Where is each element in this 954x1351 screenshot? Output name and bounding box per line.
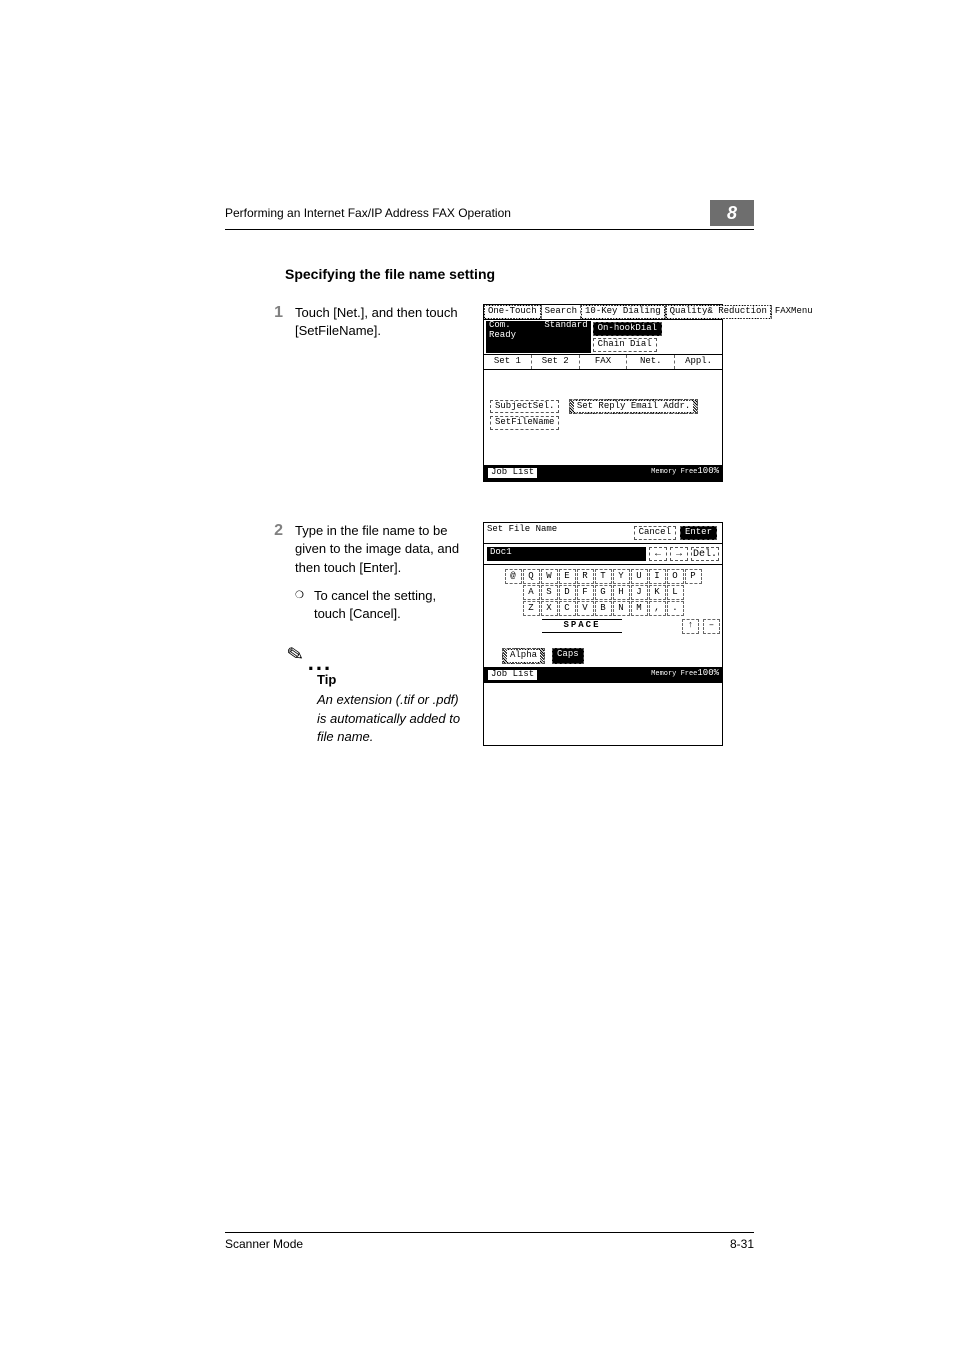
key[interactable]: O bbox=[667, 569, 684, 584]
tip-label: Tip bbox=[317, 671, 465, 689]
alpha-mode-button[interactable]: Alpha bbox=[507, 650, 540, 662]
key[interactable]: B bbox=[595, 601, 612, 616]
key[interactable]: , bbox=[649, 601, 666, 616]
bullet-icon: ❍ bbox=[295, 587, 304, 623]
key[interactable]: U bbox=[631, 569, 648, 584]
key[interactable]: V bbox=[577, 601, 594, 616]
tab-appl[interactable]: Appl. bbox=[675, 355, 722, 369]
key[interactable]: P bbox=[685, 569, 702, 584]
arrow-right-button[interactable]: → bbox=[670, 547, 688, 561]
key[interactable]: I bbox=[649, 569, 666, 584]
tab-10key[interactable]: 10-Key Dialing bbox=[582, 306, 664, 318]
key[interactable]: E bbox=[559, 569, 576, 584]
tip-dots-icon: ... bbox=[308, 656, 332, 669]
key[interactable]: Z bbox=[523, 601, 540, 616]
filename-input[interactable]: Doc1 bbox=[487, 547, 646, 561]
chain-dial-button[interactable]: Chain Dial bbox=[593, 338, 657, 352]
key[interactable]: M bbox=[631, 601, 648, 616]
key[interactable]: A bbox=[523, 585, 540, 600]
key[interactable]: W bbox=[541, 569, 558, 584]
key[interactable]: L bbox=[667, 585, 684, 600]
tab-net[interactable]: Net. bbox=[627, 355, 675, 369]
step-2-sub: To cancel the setting, touch [Cancel]. bbox=[314, 587, 465, 623]
key[interactable]: Y bbox=[613, 569, 630, 584]
key[interactable]: . bbox=[667, 601, 684, 616]
shift-key[interactable]: ↑ bbox=[682, 619, 699, 634]
dash-key[interactable]: – bbox=[703, 619, 720, 634]
space-key[interactable]: SPACE bbox=[542, 619, 622, 633]
fig2-memvalue: 100% bbox=[697, 668, 719, 678]
fig2-memlabel: Memory Free bbox=[651, 670, 697, 678]
status-standard: Standard bbox=[541, 321, 590, 353]
subjectsel-button[interactable]: SubjectSel. bbox=[490, 400, 559, 414]
key[interactable]: N bbox=[613, 601, 630, 616]
section-title: Specifying the file name setting bbox=[285, 266, 754, 282]
del-button[interactable]: Del. bbox=[691, 547, 719, 561]
fig2-joblist[interactable]: Job List bbox=[487, 669, 538, 681]
keyboard-row-2: A S D F G H J K L bbox=[486, 585, 720, 600]
device-screenshot-1: One-Touch Search 10-Key Dialing Quality&… bbox=[483, 304, 723, 482]
tab-set1[interactable]: Set 1 bbox=[484, 355, 532, 369]
key[interactable]: R bbox=[577, 569, 594, 584]
running-header: Performing an Internet Fax/IP Address FA… bbox=[225, 206, 511, 220]
fig1-memvalue: 100% bbox=[697, 466, 719, 476]
tab-search[interactable]: Search bbox=[542, 305, 581, 319]
tab-set2[interactable]: Set 2 bbox=[532, 355, 580, 369]
cancel-button[interactable]: Cancel bbox=[634, 526, 676, 540]
footer-page-number: 8-31 bbox=[730, 1237, 754, 1251]
step-1-text: Touch [Net.], and then touch [SetFileNam… bbox=[295, 304, 465, 482]
fig1-memlabel: Memory Free bbox=[651, 468, 697, 476]
key[interactable]: K bbox=[649, 585, 666, 600]
caps-mode-button[interactable]: Caps bbox=[552, 648, 584, 664]
key[interactable]: G bbox=[595, 585, 612, 600]
status-comready: Com. Ready bbox=[486, 321, 541, 353]
setreply-button[interactable]: Set Reply Email Addr. bbox=[574, 401, 693, 413]
tab-faxmenu[interactable]: FAXMenu bbox=[772, 305, 816, 319]
fig1-joblist[interactable]: Job List bbox=[487, 467, 538, 479]
keyboard-row-3: Z X C V B N M , . bbox=[486, 601, 720, 616]
setfilename-button[interactable]: SetFileName bbox=[490, 416, 559, 430]
footer-left: Scanner Mode bbox=[225, 1237, 303, 1251]
step-number-2: 2 bbox=[265, 522, 283, 746]
key[interactable]: F bbox=[577, 585, 594, 600]
enter-button[interactable]: Enter bbox=[680, 526, 717, 540]
device-screenshot-2: Set File Name CancelEnter Doc1 ← → Del. … bbox=[483, 522, 723, 746]
fig2-title: Set File Name bbox=[487, 525, 557, 541]
step-number-1: 1 bbox=[265, 304, 283, 482]
tip-pencil-icon: ✎ bbox=[285, 640, 306, 670]
key[interactable]: C bbox=[559, 601, 576, 616]
tab-onetouch[interactable]: One-Touch bbox=[485, 306, 540, 318]
keyboard-row-1: @ Q W E R T Y U I O P bbox=[486, 569, 720, 584]
key[interactable]: D bbox=[559, 585, 576, 600]
key[interactable]: Q bbox=[523, 569, 540, 584]
chapter-number-box: 8 bbox=[710, 200, 754, 226]
key[interactable]: X bbox=[541, 601, 558, 616]
tip-text: An extension (.tif or .pdf) is automatic… bbox=[317, 691, 465, 746]
key[interactable]: T bbox=[595, 569, 612, 584]
key[interactable]: J bbox=[631, 585, 648, 600]
key[interactable]: H bbox=[613, 585, 630, 600]
arrow-left-button[interactable]: ← bbox=[649, 547, 667, 561]
tab-quality[interactable]: Quality& Reduction bbox=[667, 306, 770, 318]
step-2-text: Type in the file name to be given to the… bbox=[295, 522, 465, 577]
tab-fax[interactable]: FAX bbox=[580, 355, 628, 369]
key[interactable]: @ bbox=[505, 569, 522, 584]
key[interactable]: S bbox=[541, 585, 558, 600]
onhook-dial-button[interactable]: On-hookDial bbox=[593, 322, 662, 336]
